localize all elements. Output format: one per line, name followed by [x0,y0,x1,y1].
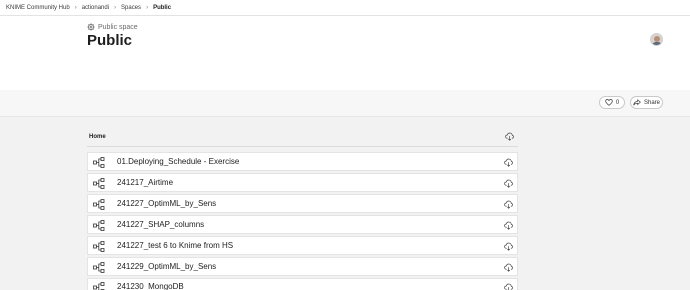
breadcrumb-current: Public [153,4,172,11]
workflow-icon [93,178,105,189]
workflow-icon [93,199,105,210]
cloud-download-icon[interactable] [504,242,513,251]
list-item[interactable]: 241229_OptimML_by_Sens [87,257,518,276]
workflow-icon [93,262,105,273]
workflow-name[interactable]: 241217_Airtime [117,178,173,187]
breadcrumb-user[interactable]: actionandi [82,5,109,11]
list-item[interactable]: 241227_OptimML_by_Sens [87,194,518,213]
cloud-download-icon[interactable] [504,263,513,272]
workflow-name[interactable]: 241227_SHAP_columns [117,220,204,229]
cloud-download-icon[interactable] [504,200,513,209]
breadcrumb-spaces[interactable]: Spaces [121,5,141,11]
workflow-name[interactable]: 241227_OptimML_by_Sens [117,199,216,208]
share-button[interactable]: Share [630,96,663,109]
workflow-name[interactable]: 241230_MongoDB [117,282,184,290]
explorer-header: Home [87,126,518,148]
gear-space-icon [87,23,95,31]
workflow-icon [93,220,105,231]
breadcrumb-separator-icon: › [114,4,117,11]
workflow-icon [93,241,105,252]
cloud-download-icon[interactable] [504,179,513,188]
cloud-download-icon[interactable] [504,283,513,290]
space-kicker-label: Public space [98,23,138,31]
explorer-divider [87,146,518,147]
breadcrumb-separator-icon: › [146,4,149,11]
breadcrumb: KNIME Community Hub › actionandi › Space… [0,0,690,16]
cloud-download-icon[interactable] [504,221,513,230]
heart-icon [605,99,613,106]
list-item[interactable]: 241227_test 6 to Knime from HS [87,236,518,255]
workflow-name[interactable]: 241229_OptimML_by_Sens [117,262,216,271]
explorer-folder-label: Home [89,134,106,140]
space-kicker: Public space [87,23,138,31]
action-bar [0,90,690,117]
cloud-download-icon[interactable] [505,132,514,141]
list-item[interactable]: 241227_SHAP_columns [87,215,518,234]
workflow-icon [93,157,105,168]
workflow-icon [93,282,105,290]
list-item[interactable]: 01.Deploying_Schedule - Exercise [87,152,518,171]
like-count: 0 [615,99,620,106]
share-icon [633,99,641,106]
list-item[interactable]: 241230_MongoDB [87,278,518,290]
share-label: Share [643,99,660,106]
workflow-name[interactable]: 01.Deploying_Schedule - Exercise [117,157,239,166]
workflow-name[interactable]: 241227_test 6 to Knime from HS [117,241,233,250]
cloud-download-icon[interactable] [504,158,513,167]
breadcrumb-hub[interactable]: KNIME Community Hub [6,5,70,11]
page-title: Public [87,32,133,49]
list-item[interactable]: 241217_Airtime [87,173,518,192]
like-button[interactable]: 0 [599,96,625,109]
breadcrumb-separator-icon: › [74,4,77,11]
avatar[interactable] [650,33,663,46]
